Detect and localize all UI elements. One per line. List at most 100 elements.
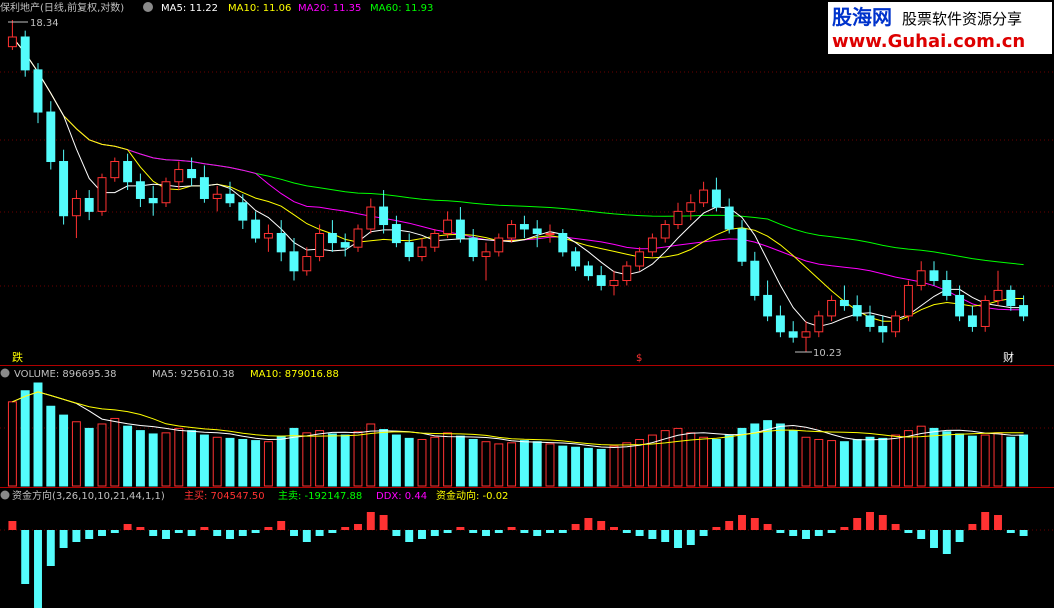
fund-flow-bar bbox=[827, 530, 836, 533]
fund-flow-bar bbox=[123, 524, 132, 530]
volume-bar bbox=[788, 430, 798, 487]
candle-body bbox=[622, 265, 632, 282]
candle bbox=[903, 280, 913, 322]
fund-ddx: DDX: 0.44 bbox=[376, 491, 427, 502]
candle bbox=[673, 202, 683, 229]
candle-body bbox=[852, 305, 862, 317]
candle-body bbox=[532, 228, 542, 234]
fund-flow-bar bbox=[674, 530, 682, 548]
candle-body bbox=[507, 224, 517, 239]
fund-flow-bar bbox=[379, 515, 388, 530]
candle-body bbox=[148, 197, 158, 204]
candle bbox=[711, 177, 721, 212]
candle bbox=[647, 233, 657, 257]
candle bbox=[916, 261, 926, 291]
candle bbox=[609, 270, 619, 296]
fund-flow-bar bbox=[366, 512, 375, 530]
candle-body bbox=[20, 36, 30, 71]
volume-bar bbox=[7, 401, 17, 487]
fund-flow-bar bbox=[1019, 530, 1028, 536]
fund-flow-bar bbox=[418, 530, 426, 539]
volume-bar bbox=[468, 438, 478, 487]
indicator-circle-icon[interactable] bbox=[143, 2, 153, 12]
volume-bar bbox=[353, 431, 363, 487]
candle bbox=[212, 185, 222, 212]
candle bbox=[353, 224, 363, 252]
volume-bar bbox=[967, 435, 977, 487]
fund-flow-bar bbox=[546, 530, 554, 533]
fund-flow: 资金动向: -0.02 bbox=[436, 489, 508, 502]
fund-circle-icon[interactable] bbox=[0, 490, 10, 500]
fund-flow-bar bbox=[930, 530, 938, 548]
volume-bar bbox=[878, 437, 888, 487]
fund-flow-bar bbox=[8, 521, 17, 530]
volume-bar bbox=[148, 433, 158, 487]
volume-bar bbox=[583, 447, 593, 487]
candle-body bbox=[123, 161, 133, 183]
candle-body bbox=[673, 210, 683, 226]
candle bbox=[327, 220, 337, 252]
fund-flow-bar bbox=[469, 530, 478, 533]
candle-body bbox=[110, 161, 120, 179]
candle-body bbox=[315, 232, 325, 258]
candle bbox=[33, 63, 43, 124]
volume-bar bbox=[839, 441, 849, 487]
candle bbox=[84, 190, 94, 221]
fund-flow-bar bbox=[622, 530, 631, 533]
volume-bar bbox=[916, 425, 926, 487]
fund-flow-bar bbox=[533, 530, 542, 536]
candle bbox=[302, 247, 312, 276]
ma10-path bbox=[12, 36, 1024, 322]
candle-body bbox=[59, 161, 69, 217]
candle bbox=[942, 270, 952, 301]
price-header: 保利地产(日线,前复权,对数) MA5: 11.22 MA10: 11.06 M… bbox=[0, 1, 433, 14]
volume-bar bbox=[673, 427, 683, 487]
fund-flow-bar bbox=[200, 527, 209, 530]
candle-body bbox=[7, 36, 17, 48]
fund-flow-bar bbox=[315, 530, 324, 536]
candle-body bbox=[609, 280, 619, 286]
volume-bar bbox=[596, 448, 606, 487]
candle bbox=[775, 305, 785, 338]
volume-bar bbox=[711, 438, 721, 487]
candle-body bbox=[635, 251, 645, 267]
volume-bar bbox=[558, 445, 568, 487]
candle bbox=[507, 220, 517, 243]
logo-name: 股海网 bbox=[832, 5, 892, 29]
candle-body bbox=[929, 270, 939, 282]
candle-body bbox=[519, 224, 529, 230]
candle-body bbox=[33, 69, 43, 113]
fund-flow-bar bbox=[981, 512, 990, 530]
ma60-label: MA60: 11.93 bbox=[370, 3, 433, 14]
candle bbox=[135, 173, 145, 208]
candle-body bbox=[814, 315, 824, 333]
candle-body bbox=[251, 219, 261, 239]
candle-body bbox=[967, 315, 977, 327]
fund-flow-bar bbox=[98, 530, 106, 536]
candle-body bbox=[763, 294, 773, 317]
candle bbox=[199, 165, 209, 203]
candle-body bbox=[699, 189, 709, 204]
candle-body bbox=[647, 237, 657, 253]
candle-body bbox=[455, 219, 465, 239]
candle bbox=[46, 101, 56, 170]
candle-body bbox=[263, 232, 273, 239]
candle-body bbox=[161, 181, 171, 204]
volume-bar bbox=[161, 432, 171, 487]
logo-url: www.Guhai.com.cn bbox=[832, 31, 1025, 52]
volume-bar bbox=[891, 434, 901, 487]
fund-flow-bar bbox=[136, 527, 145, 530]
candle bbox=[417, 238, 427, 262]
volume-value: VOLUME: 896695.38 bbox=[14, 369, 117, 380]
volume-bar bbox=[225, 437, 235, 487]
candle-body bbox=[238, 202, 248, 221]
candle-body bbox=[571, 251, 581, 267]
fund-flow-bar bbox=[277, 521, 286, 530]
candle-body bbox=[993, 289, 1003, 301]
volume-circle-icon[interactable] bbox=[0, 368, 10, 378]
candle-body bbox=[340, 242, 350, 248]
candle-body bbox=[788, 331, 798, 338]
ma60-path bbox=[12, 36, 1024, 266]
fund-flow-bar bbox=[776, 530, 785, 533]
candle bbox=[801, 321, 811, 352]
